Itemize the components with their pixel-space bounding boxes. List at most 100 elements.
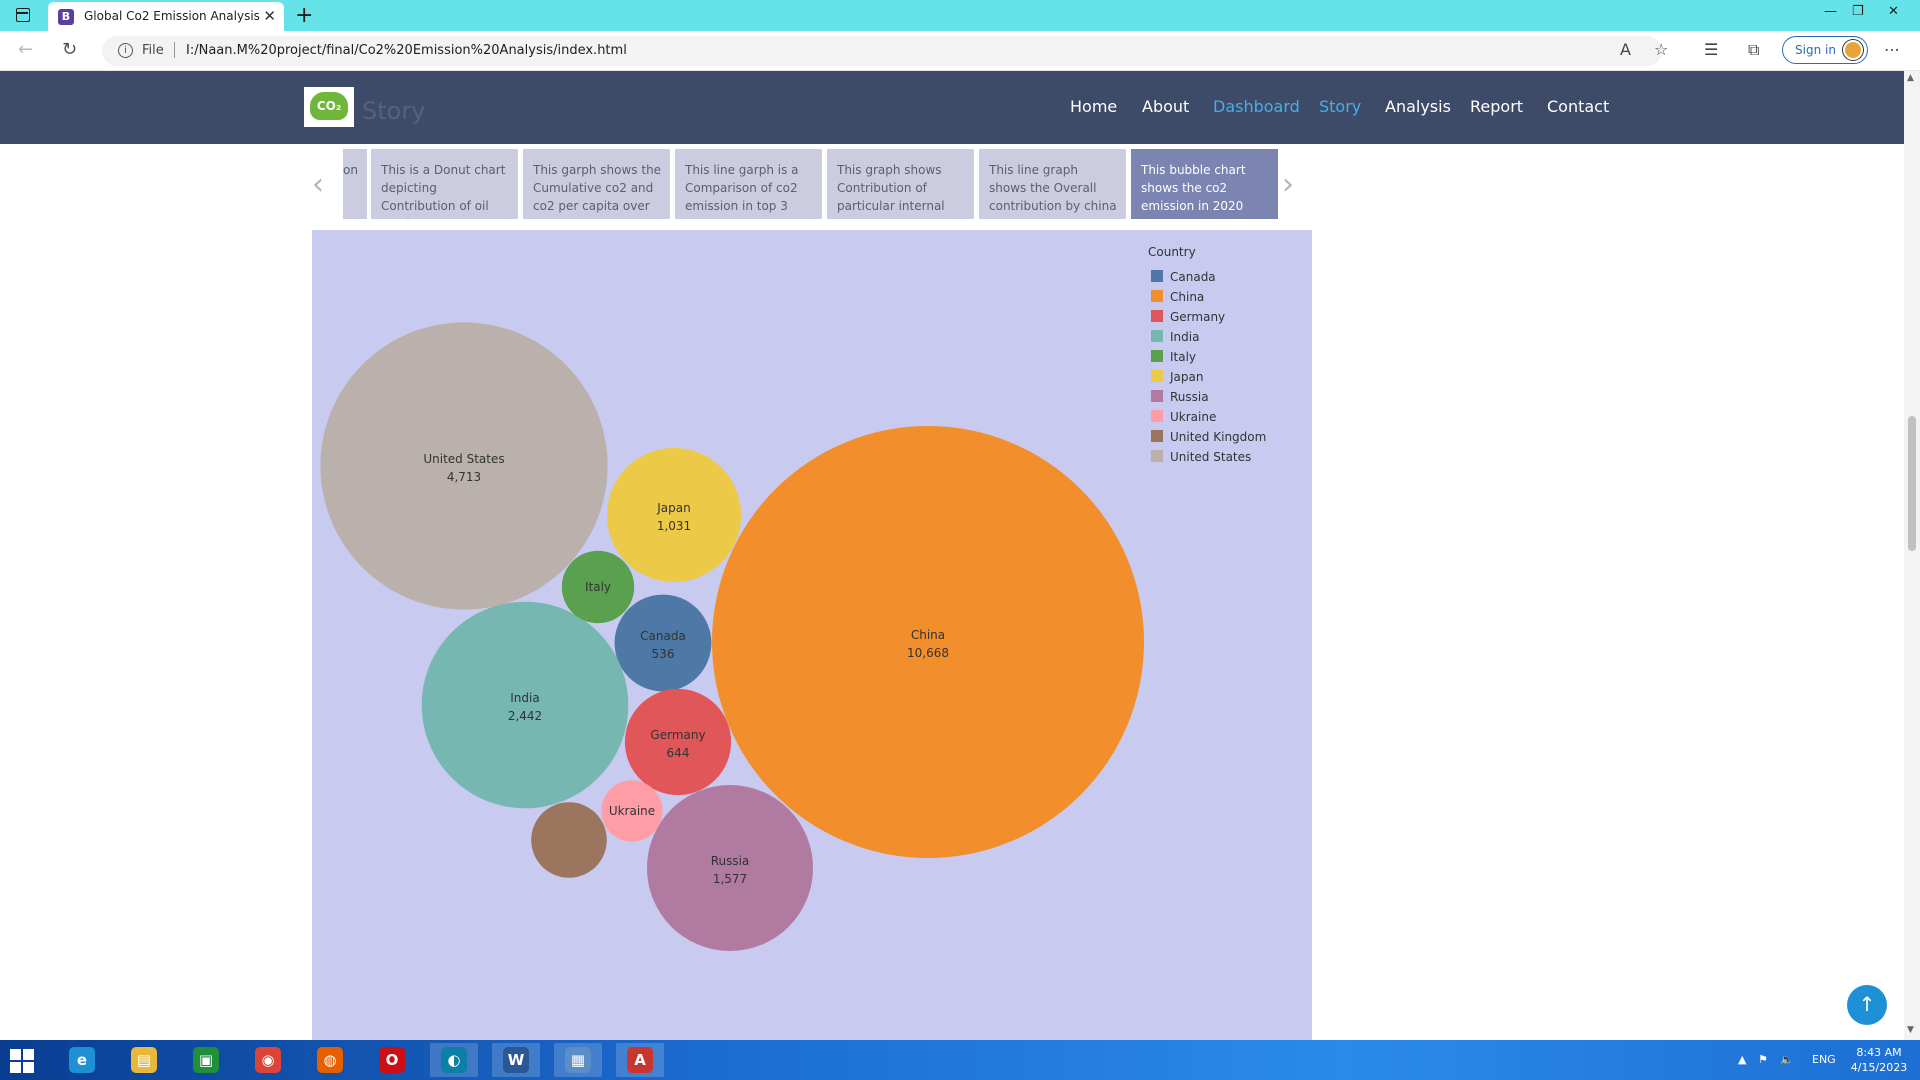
legend-swatch-ukraine[interactable] bbox=[1151, 410, 1163, 422]
carousel-item[interactable]: This line graph shows the Overall contri… bbox=[979, 149, 1128, 219]
legend-swatch-russia[interactable] bbox=[1151, 390, 1163, 402]
nav-link-dashboard[interactable]: Dashboard bbox=[1213, 97, 1300, 116]
chrome-icon: ◉ bbox=[255, 1047, 281, 1073]
tab-close-icon[interactable]: ✕ bbox=[263, 7, 276, 25]
bubble-circle-united-kingdom[interactable] bbox=[531, 802, 607, 878]
legend-swatch-japan[interactable] bbox=[1151, 370, 1163, 382]
browser-tab[interactable]: B Global Co2 Emission Analysis ✕ bbox=[48, 2, 284, 31]
taskbar-app-store[interactable]: ▣ bbox=[182, 1043, 230, 1077]
carousel-item[interactable]: This line garph is a Comparison of co2 e… bbox=[675, 149, 824, 219]
legend-label-ukraine[interactable]: Ukraine bbox=[1170, 410, 1216, 424]
carousel-item[interactable]: This bubble chart shows the co2 emission… bbox=[1131, 149, 1280, 219]
legend-label-india[interactable]: India bbox=[1170, 330, 1199, 344]
bubble-italy[interactable]: Italy bbox=[561, 550, 635, 624]
taskbar-app-firefox[interactable]: ◍ bbox=[306, 1043, 354, 1077]
carousel-item[interactable]: on bbox=[343, 149, 369, 219]
bubble-united-kingdom[interactable] bbox=[531, 802, 607, 878]
bubble-japan[interactable]: Japan 1,031 bbox=[606, 447, 742, 583]
new-tab-icon[interactable]: + bbox=[295, 3, 313, 28]
bubble-circle-china[interactable] bbox=[712, 426, 1144, 858]
bubble-russia[interactable]: Russia 1,577 bbox=[647, 785, 813, 951]
taskbar-app-photos[interactable]: ▦ bbox=[554, 1043, 602, 1077]
legend-label-germany[interactable]: Germany bbox=[1170, 310, 1225, 324]
minimize-icon[interactable]: — bbox=[1824, 4, 1837, 19]
scroll-down-icon[interactable]: ▼ bbox=[1907, 1025, 1914, 1035]
back-to-top-button[interactable]: ↑ bbox=[1847, 985, 1887, 1025]
scroll-up-icon[interactable]: ▲ bbox=[1907, 73, 1914, 83]
window-close-icon[interactable]: ✕ bbox=[1888, 4, 1899, 19]
legend-label-canada[interactable]: Canada bbox=[1170, 270, 1216, 284]
url-separator bbox=[174, 42, 175, 58]
bubble-india[interactable]: India 2,442 bbox=[421, 601, 629, 809]
legend-label-russia[interactable]: Russia bbox=[1170, 390, 1209, 404]
bubble-circle-united-states[interactable] bbox=[320, 322, 608, 610]
co2-logo[interactable]: CO₂ bbox=[304, 87, 354, 127]
firefox-icon: ◍ bbox=[317, 1047, 343, 1073]
legend-label-italy[interactable]: Italy bbox=[1170, 350, 1196, 364]
nav-link-contact[interactable]: Contact bbox=[1547, 97, 1609, 116]
carousel-prev-icon[interactable]: ‹ bbox=[312, 167, 324, 202]
legend-swatch-china[interactable] bbox=[1151, 290, 1163, 302]
add-favorite-icon[interactable]: ☆ bbox=[1654, 40, 1668, 59]
carousel-next-icon[interactable]: › bbox=[1282, 167, 1294, 202]
clock[interactable]: 8:43 AM 4/15/2023 bbox=[1848, 1045, 1910, 1075]
bubble-circle-germany[interactable] bbox=[624, 688, 732, 796]
nav-link-home[interactable]: Home bbox=[1070, 97, 1117, 116]
read-aloud-icon[interactable]: A bbox=[1620, 40, 1631, 59]
clock-date: 4/15/2023 bbox=[1850, 1061, 1908, 1074]
taskbar-app-acrobat[interactable]: A bbox=[616, 1043, 664, 1077]
taskbar-app-chrome[interactable]: ◉ bbox=[244, 1043, 292, 1077]
info-icon[interactable]: i bbox=[118, 43, 133, 58]
taskbar-app-word[interactable]: W bbox=[492, 1043, 540, 1077]
sign-in-button[interactable]: Sign in bbox=[1782, 36, 1868, 64]
url-text[interactable]: I:/Naan.M%20project/final/Co2%20Emission… bbox=[186, 43, 627, 58]
tab-favicon-icon: B bbox=[58, 9, 74, 25]
back-arrow-icon[interactable]: ← bbox=[18, 39, 33, 60]
carousel-item[interactable]: This graph shows Contribution of particu… bbox=[827, 149, 976, 219]
bubble-circle-japan[interactable] bbox=[606, 447, 742, 583]
legend-swatch-united-states[interactable] bbox=[1151, 450, 1163, 462]
legend-label-china[interactable]: China bbox=[1170, 290, 1204, 304]
legend-swatch-india[interactable] bbox=[1151, 330, 1163, 342]
bubble-ukraine[interactable]: Ukraine bbox=[601, 780, 663, 842]
refresh-icon[interactable]: ↻ bbox=[62, 39, 77, 60]
store-icon: ▣ bbox=[193, 1047, 219, 1073]
taskbar-app-internet-explorer[interactable]: e bbox=[58, 1043, 106, 1077]
nav-link-report[interactable]: Report bbox=[1470, 97, 1523, 116]
language-indicator[interactable]: ENG bbox=[1812, 1053, 1836, 1066]
nav-link-about[interactable]: About bbox=[1142, 97, 1189, 116]
bubble-china[interactable]: China 10,668 bbox=[712, 426, 1144, 858]
taskbar-app-edge[interactable]: ◐ bbox=[430, 1043, 478, 1077]
nav-link-story[interactable]: Story bbox=[1319, 97, 1361, 116]
scroll-thumb[interactable] bbox=[1908, 416, 1916, 551]
taskbar-app-file-explorer[interactable]: ▤ bbox=[120, 1043, 168, 1077]
favorites-icon[interactable]: ☰ bbox=[1704, 40, 1718, 59]
taskbar-app-opera[interactable]: O bbox=[368, 1043, 416, 1077]
bubble-germany[interactable]: Germany 644 bbox=[624, 688, 732, 796]
tray-overflow-icon[interactable]: ▲ bbox=[1738, 1053, 1746, 1066]
bubble-circle-russia[interactable] bbox=[647, 785, 813, 951]
legend-swatch-germany[interactable] bbox=[1151, 310, 1163, 322]
tab-actions-icon[interactable] bbox=[16, 8, 30, 22]
restore-icon[interactable]: ❐ bbox=[1852, 4, 1864, 19]
action-center-flag-icon[interactable]: ⚑ bbox=[1758, 1053, 1768, 1066]
bubble-united-states[interactable]: United States 4,713 bbox=[320, 322, 608, 610]
more-options-icon[interactable]: ⋯ bbox=[1884, 40, 1900, 59]
bubble-canada[interactable]: Canada 536 bbox=[614, 594, 712, 692]
volume-icon[interactable]: 🔈 bbox=[1780, 1053, 1794, 1066]
legend-swatch-canada[interactable] bbox=[1151, 270, 1163, 282]
legend-label-united-states[interactable]: United States bbox=[1170, 450, 1251, 464]
legend-swatch-united-kingdom[interactable] bbox=[1151, 430, 1163, 442]
carousel-item[interactable]: This garph shows the Cumulative co2 and … bbox=[523, 149, 672, 219]
legend-label-united-kingdom[interactable]: United Kingdom bbox=[1170, 430, 1266, 444]
page-scrollbar[interactable]: ▲ ▼ bbox=[1904, 71, 1920, 1040]
address-field[interactable]: i File I:/Naan.M%20project/final/Co2%20E… bbox=[102, 36, 1662, 66]
legend-label-japan[interactable]: Japan bbox=[1169, 370, 1203, 384]
bubble-circle-canada[interactable] bbox=[614, 594, 712, 692]
carousel-item[interactable]: This is a Donut chart depicting Contribu… bbox=[371, 149, 520, 219]
collections-icon[interactable]: ⧉ bbox=[1748, 40, 1759, 60]
nav-link-analysis[interactable]: Analysis bbox=[1385, 97, 1451, 116]
legend-swatch-italy[interactable] bbox=[1151, 350, 1163, 362]
windows-start-icon[interactable] bbox=[10, 1049, 34, 1073]
bubble-circle-india[interactable] bbox=[421, 601, 629, 809]
